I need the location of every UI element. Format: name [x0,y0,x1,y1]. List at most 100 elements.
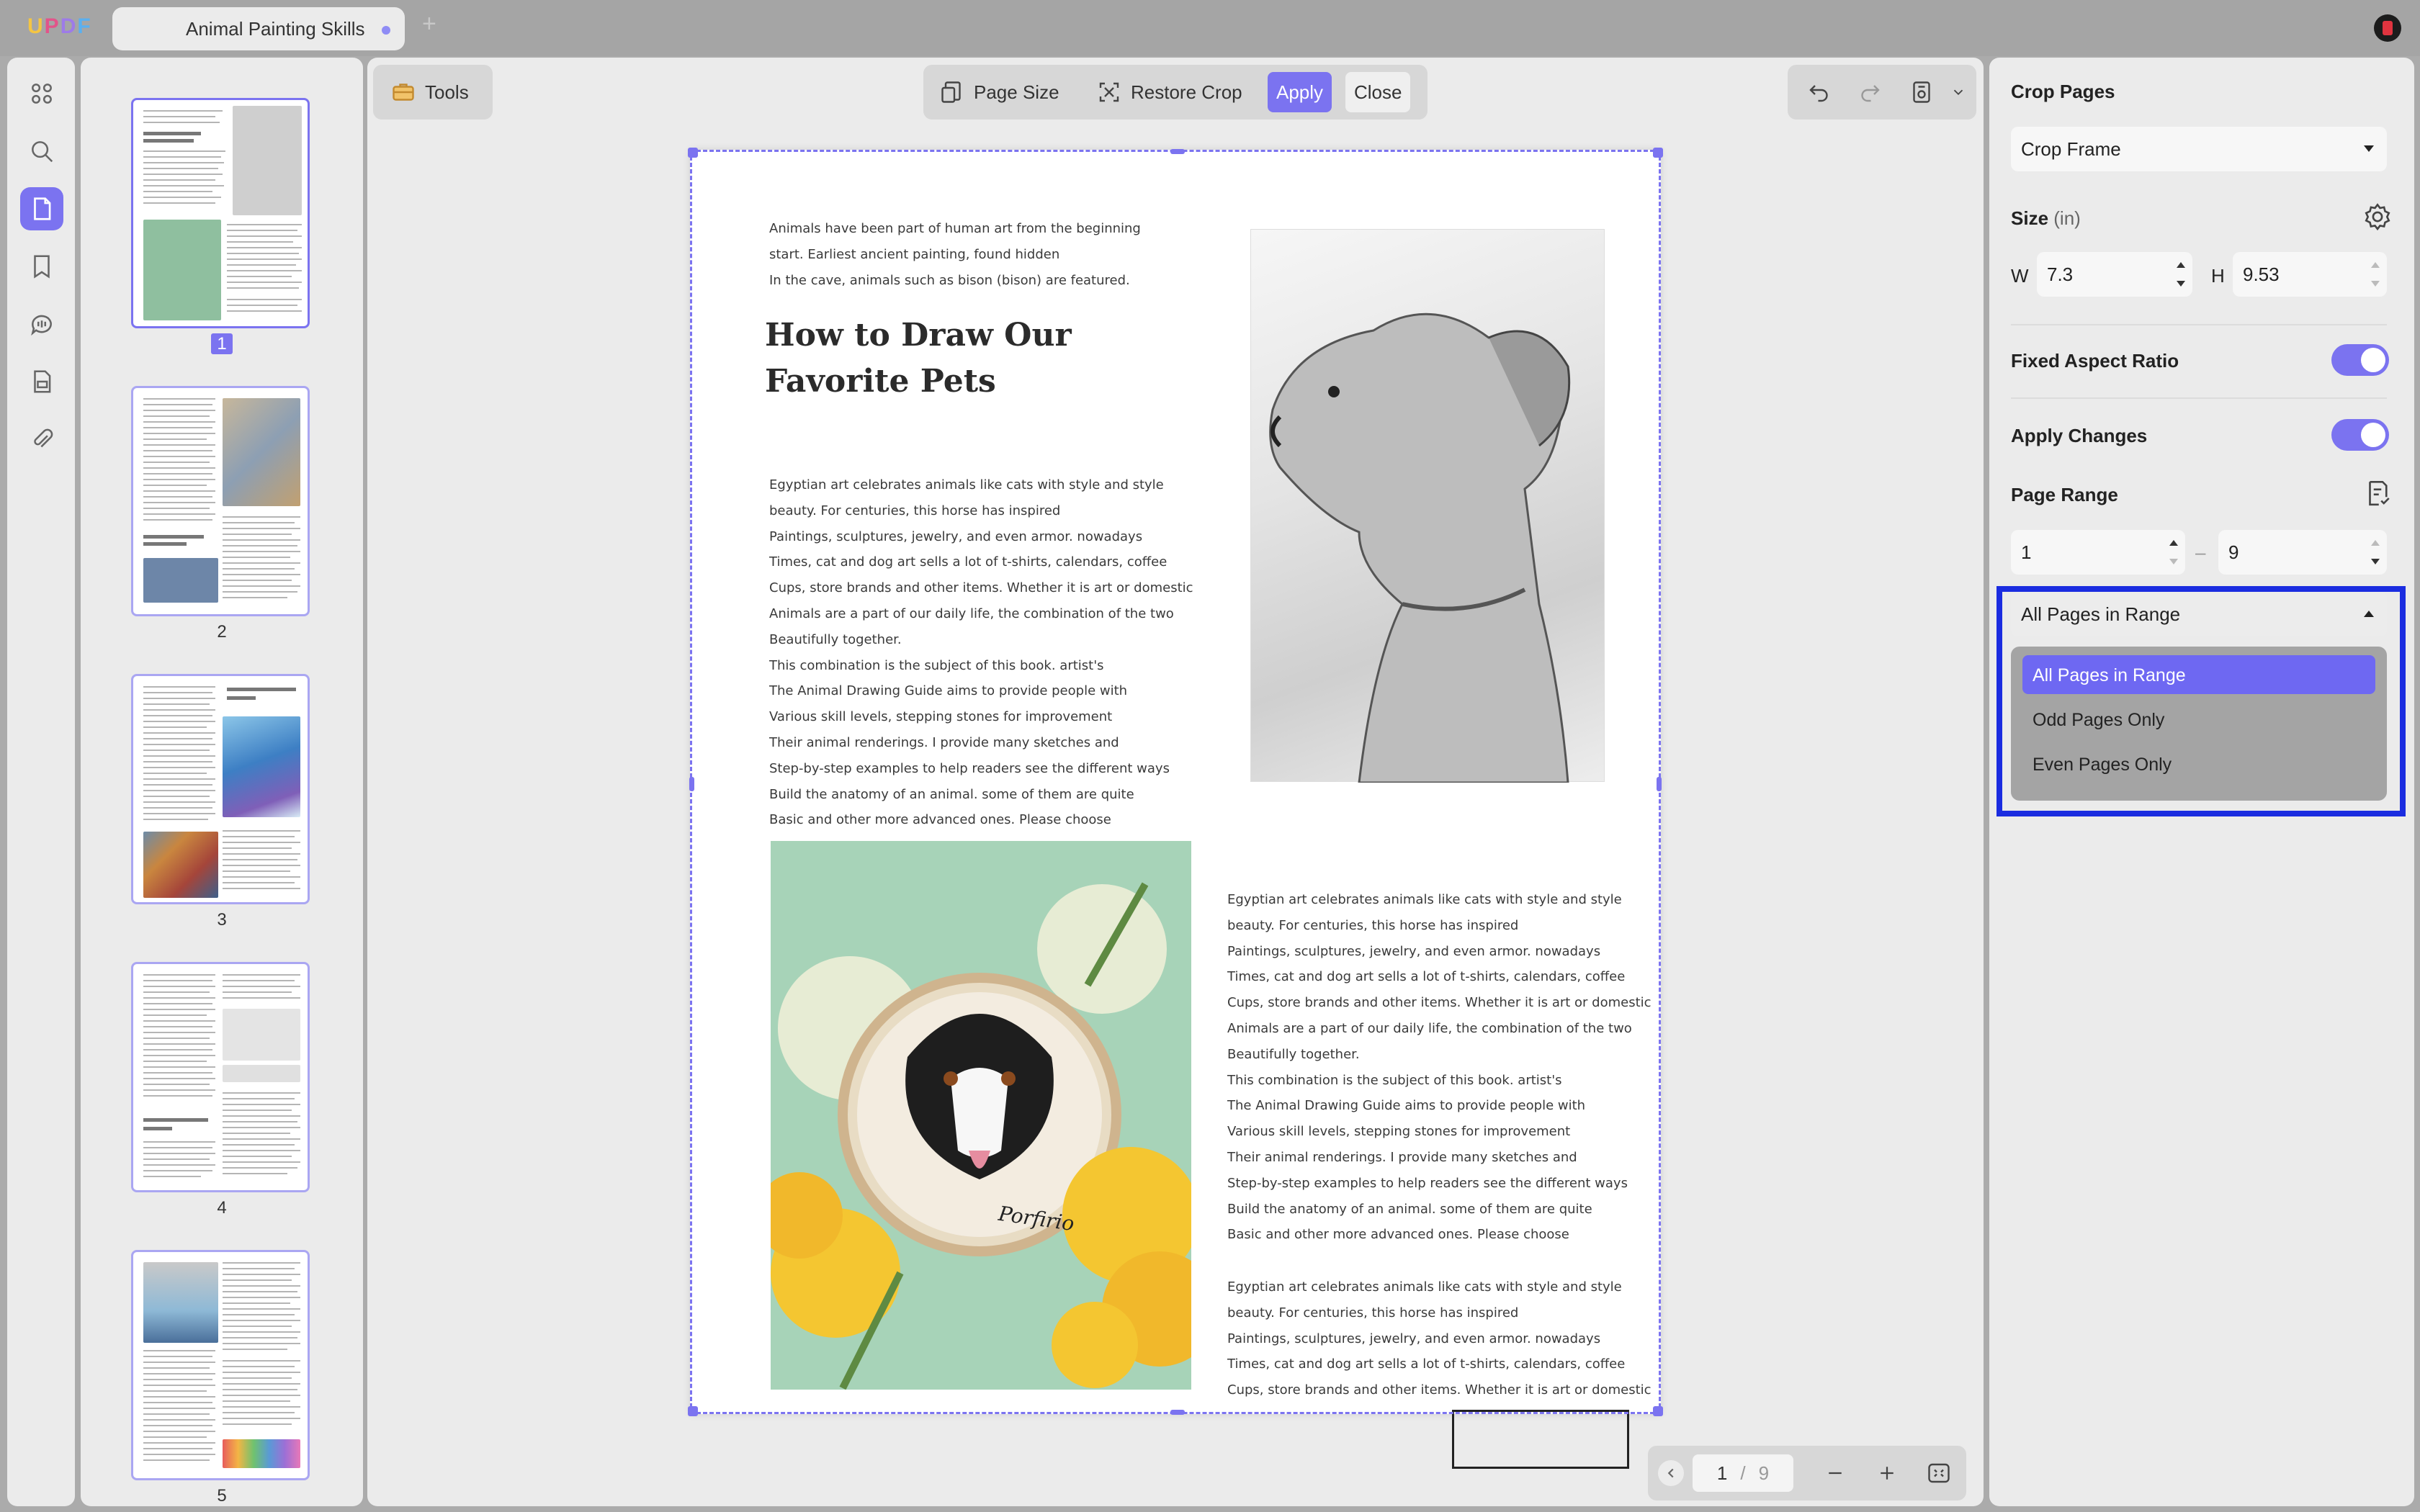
redo-button[interactable] [1848,72,1891,112]
thumb-brushes-image [223,398,300,506]
body-line: The Animal Drawing Guide aims to provide… [769,683,1128,699]
undo-icon [1809,85,1828,102]
restore-crop-button[interactable]: Restore Crop [1088,72,1251,112]
page-thumbnail-2[interactable] [131,386,310,616]
body-line: Build the anatomy of an animal. some of … [1227,1201,1592,1217]
range-to-input[interactable]: 9 [2218,530,2387,575]
body-line: Cups, store brands and other items. Whet… [769,580,1193,596]
body-line: Paintings, sculptures, jewelry, and even… [769,528,1143,544]
size-settings-button[interactable] [2362,202,2393,232]
body-line: The Animal Drawing Guide aims to provide… [1227,1098,1586,1114]
body-line: Animals are a part of our daily life, th… [769,606,1174,621]
body-line: Beautifully together. [769,631,902,647]
apply-changes-label: Apply Changes [2011,425,2148,446]
width-stepper[interactable] [2177,262,2185,287]
page-thumbnail-number: 2 [217,622,227,642]
search-icon[interactable] [20,130,63,173]
toolbox-icon [393,84,414,101]
apply-changes-toggle[interactable] [2331,419,2389,451]
chevron-left-icon [1667,1468,1674,1478]
pages-icon[interactable] [20,187,63,230]
page-subset-select[interactable]: All Pages in Range [2011,592,2387,636]
range-to-stepper[interactable] [2371,540,2380,564]
page-select-icon [2369,480,2390,506]
body-line: Animals are a part of our daily life, th… [1227,1021,1632,1036]
page-thumbnail-5[interactable] [131,1250,310,1480]
embroidery-dog-image: Porfirio [771,841,1191,1390]
body-line: Times, cat and dog art sells a lot of t-… [1227,1356,1626,1372]
body-line: Various skill levels, stepping stones fo… [1227,1124,1571,1140]
tools-button[interactable]: Tools [382,72,478,112]
page-size-label: Page Size [974,81,1059,103]
thumb-dog-sketch-image [223,1009,300,1061]
range-from-stepper[interactable] [2169,540,2178,564]
chevron-up-icon [2364,611,2374,617]
crop-pages-panel: Crop Pages Crop Frame Size (in) W 7.3 H … [1989,58,2414,1506]
height-input[interactable]: 9.53 [2233,252,2387,297]
height-stepper[interactable] [2371,262,2380,287]
apply-button[interactable]: Apply [1268,72,1332,112]
body-line: Cups, store brands and other items. Whet… [1227,995,1652,1011]
thumb-sketches-image [223,1065,300,1082]
range-from-input[interactable]: 1 [2011,530,2185,575]
page-thumbnails-panel: 1 2 3 4 5 [81,58,363,1506]
fit-page-button[interactable] [1924,1459,1953,1488]
close-button[interactable]: Close [1345,72,1411,112]
crop-toolbar: Page Size Restore Crop Apply Close [923,65,1428,120]
page-subset-dropdown: All Pages in Range Odd Pages Only Even P… [2011,647,2387,801]
empty-text-box[interactable] [1452,1410,1629,1469]
form-icon[interactable] [20,360,63,403]
intro-line: In the cave, animals such as bison (biso… [769,272,1130,288]
comment-icon[interactable] [20,302,63,346]
save-icon [1913,81,1930,103]
zoom-out-button[interactable] [1821,1459,1850,1488]
grid-icon[interactable] [20,72,63,115]
divider [2011,324,2387,325]
page-thumbnail-4[interactable] [131,962,310,1192]
save-options-button[interactable] [1942,72,1975,112]
page-size-icon [941,81,961,103]
option-even-pages[interactable]: Even Pages Only [2022,744,2375,783]
document-tab[interactable]: Animal Painting Skills [112,7,405,50]
save-button[interactable] [1900,72,1943,112]
previous-page-button[interactable] [1658,1460,1684,1486]
range-dash: – [2195,541,2206,563]
page-range-picker-button[interactable] [2362,478,2393,508]
page-thumbnail-number: 4 [217,1198,227,1218]
page-subset-value: All Pages in Range [2021,603,2181,625]
option-all-pages[interactable]: All Pages in Range [2022,655,2375,694]
body-line: Cups, store brands and other items. Whet… [1227,1382,1652,1398]
page-size-button[interactable]: Page Size [931,72,1068,112]
page-thumbnail-number: 3 [217,910,227,930]
fixed-aspect-toggle[interactable] [2331,344,2389,376]
size-label: Size (in) [2011,207,2081,229]
account-avatar[interactable] [2374,14,2401,42]
body-line: This combination is the subject of this … [1227,1072,1562,1088]
bookmark-icon[interactable] [20,245,63,288]
body-line: Egyptian art celebrates animals like cat… [1227,1279,1622,1295]
zoom-in-button[interactable] [1873,1459,1901,1488]
range-from-value: 1 [2021,541,2032,563]
page-number-field[interactable]: 1 / 9 [1693,1454,1793,1492]
plus-icon [1881,1467,1894,1480]
body-line: Basic and other more advanced ones. Plea… [1227,1227,1569,1243]
width-input[interactable]: 7.3 [2037,252,2192,297]
new-tab-button[interactable]: + [422,10,436,38]
tools-group: Tools [373,65,493,120]
dog-sketch-image [1250,229,1605,784]
height-value: 9.53 [2243,264,2280,285]
redo-icon [1861,85,1880,102]
body-line: Paintings, sculptures, jewelry, and even… [1227,943,1601,959]
app-logo: UPDF [27,14,92,38]
divider [2011,397,2387,399]
option-odd-pages[interactable]: Odd Pages Only [2022,700,2375,739]
attachment-icon[interactable] [20,418,63,461]
crop-mode-select[interactable]: Crop Frame [2011,127,2387,171]
crop-mode-value: Crop Frame [2021,138,2121,160]
current-page-number: 1 [1716,1462,1728,1484]
undo-button[interactable] [1798,72,1841,112]
body-line: Step-by-step examples to help readers se… [769,760,1170,776]
page-thumbnail-1[interactable] [131,98,310,328]
page-thumbnail-3[interactable] [131,674,310,904]
fit-page-icon [1928,1463,1950,1483]
